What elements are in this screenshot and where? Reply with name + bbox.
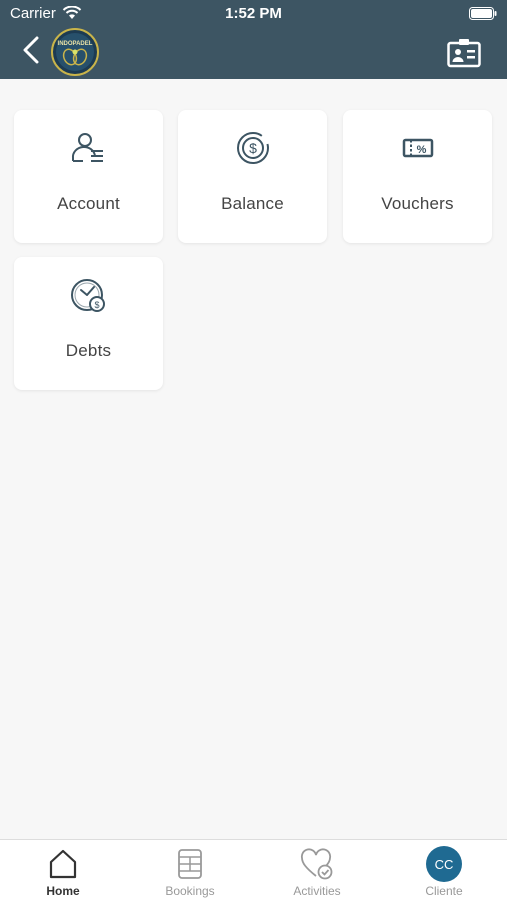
avatar: CC	[426, 846, 462, 882]
debts-label: Debts	[65, 341, 112, 360]
tab-bar: Home Bookings Activities CC Cliente	[0, 839, 507, 901]
tab-activities[interactable]: Activities	[254, 840, 380, 901]
tab-bookings[interactable]: Bookings	[127, 840, 253, 901]
heart-check-icon	[254, 848, 380, 880]
avatar-wrap: CC	[381, 846, 507, 882]
balance-card[interactable]: $ Balance	[178, 110, 327, 243]
tab-home-label: Home	[46, 884, 80, 898]
svg-text:$: $	[249, 140, 257, 156]
back-button[interactable]	[20, 36, 44, 64]
top-bar: Carrier 1:52 PM INDOPADEL	[0, 0, 507, 79]
clock: 1:52 PM	[225, 5, 282, 22]
balance-label: Balance	[221, 194, 284, 213]
svg-text:INDOPADEL: INDOPADEL	[58, 41, 93, 47]
chevron-left-icon	[23, 36, 39, 64]
clock-dollar-icon: $	[14, 277, 163, 317]
account-label: Account	[57, 194, 120, 213]
voucher-percent-icon: %	[343, 130, 492, 170]
tab-cliente[interactable]: CC Cliente	[381, 840, 507, 901]
battery-icon	[469, 7, 497, 25]
account-card[interactable]: Account	[14, 110, 163, 243]
tab-cliente-label: Cliente	[425, 884, 463, 898]
tab-home[interactable]: Home	[0, 840, 126, 901]
tab-bookings-label: Bookings	[165, 884, 215, 898]
status-bar: Carrier 1:52 PM	[0, 0, 507, 28]
user-list-icon	[14, 130, 163, 170]
tab-activities-label: Activities	[293, 884, 341, 898]
id-card-icon	[447, 39, 481, 68]
id-card-button[interactable]	[447, 38, 481, 68]
home-icon	[0, 848, 126, 880]
vouchers-card[interactable]: % Vouchers	[343, 110, 492, 243]
dollar-coin-icon: $	[178, 130, 327, 170]
court-icon	[127, 848, 253, 880]
club-logo: INDOPADEL	[51, 28, 99, 76]
svg-text:%: %	[416, 144, 426, 156]
debts-card[interactable]: $ Debts	[14, 257, 163, 390]
vouchers-label: Vouchers	[381, 194, 454, 213]
svg-text:$: $	[94, 300, 99, 310]
